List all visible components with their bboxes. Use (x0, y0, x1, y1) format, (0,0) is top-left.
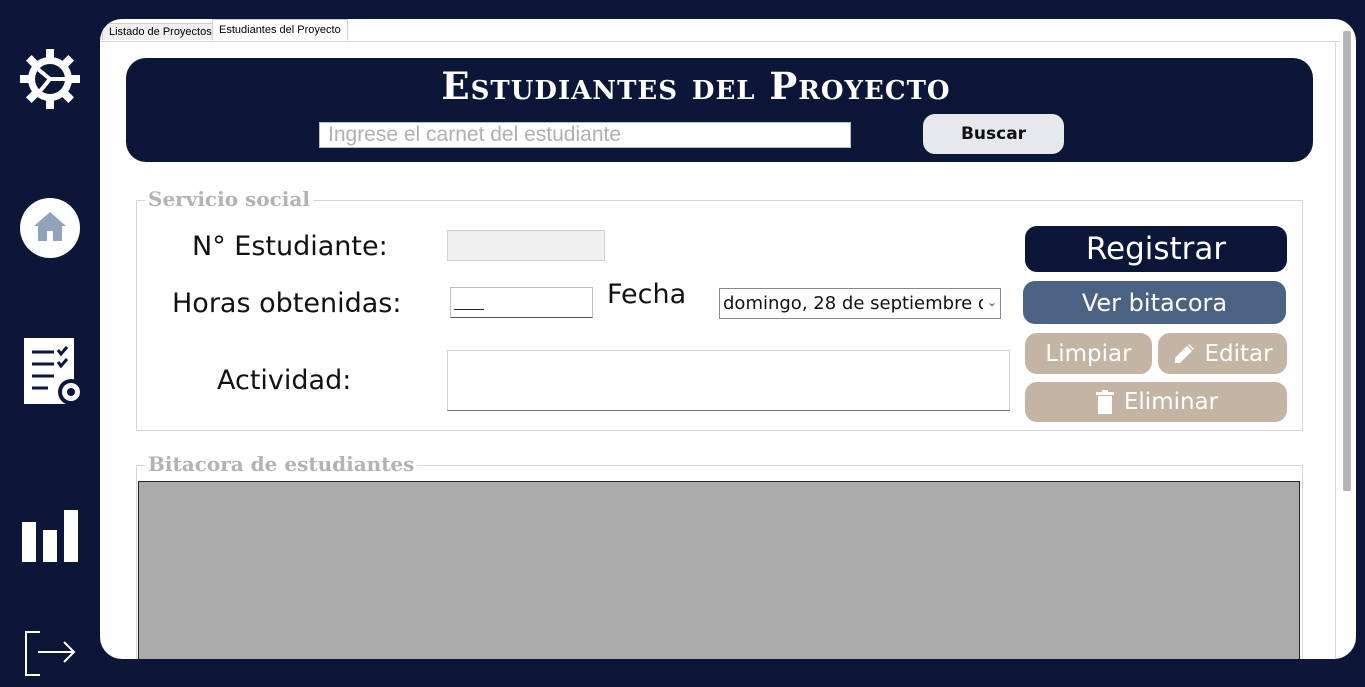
limpiar-button[interactable]: Limpiar (1025, 333, 1152, 374)
hours-field[interactable] (450, 287, 593, 318)
tab-page-border (1335, 41, 1336, 659)
bitacora-legend: Bitacora de estudiantes (145, 452, 418, 476)
registrar-button[interactable]: Registrar (1025, 226, 1287, 272)
hours-mask-underline (454, 309, 484, 310)
gear-icon[interactable] (19, 48, 81, 110)
tab-estudiantes-del-proyecto[interactable]: Estudiantes del Proyecto (212, 19, 348, 41)
servicio-social-legend: Servicio social (145, 187, 313, 211)
tab-listado-de-proyectos[interactable]: Listado de Proyectos (102, 23, 219, 40)
buscar-button[interactable]: Buscar (923, 114, 1064, 154)
ver-bitacora-button[interactable]: Ver bitacora (1023, 281, 1286, 324)
fecha-label: Fecha (607, 279, 687, 310)
hours-label: Horas obtenidas: (172, 288, 402, 319)
checklist-settings-icon[interactable] (22, 338, 88, 408)
student-number-field[interactable] (447, 230, 605, 261)
trash-icon (1095, 390, 1114, 414)
bar-chart-icon[interactable] (22, 510, 78, 562)
page-title: Estudiantes del Proyecto (441, 64, 951, 108)
carnet-search-input[interactable] (319, 122, 851, 148)
chevron-down-icon[interactable]: ⌄ (984, 289, 1000, 318)
editar-label: Editar (1204, 340, 1273, 367)
tab-strip: Listado de Proyectos Estudiantes del Pro… (100, 19, 1340, 42)
vertical-scrollbar[interactable] (1343, 31, 1351, 491)
fecha-value: domingo, 28 de septiembre de 2025 (723, 293, 983, 314)
eliminar-button[interactable]: Eliminar (1025, 382, 1287, 422)
editar-button[interactable]: Editar (1158, 333, 1287, 374)
home-icon[interactable] (20, 198, 80, 258)
eliminar-label: Eliminar (1123, 389, 1219, 415)
fecha-date-picker[interactable]: domingo, 28 de septiembre de 2025 ⌄ (719, 288, 1001, 319)
bitacora-data-grid[interactable] (138, 481, 1300, 659)
pencil-icon (1175, 343, 1195, 363)
actividad-label: Actividad: (217, 365, 352, 396)
logout-icon[interactable] (24, 624, 78, 678)
student-number-label: N° Estudiante: (192, 231, 388, 262)
page-header: Estudiantes del Proyecto Buscar (126, 58, 1313, 162)
main-panel: Listado de Proyectos Estudiantes del Pro… (100, 19, 1356, 659)
actividad-textarea[interactable] (447, 350, 1010, 411)
